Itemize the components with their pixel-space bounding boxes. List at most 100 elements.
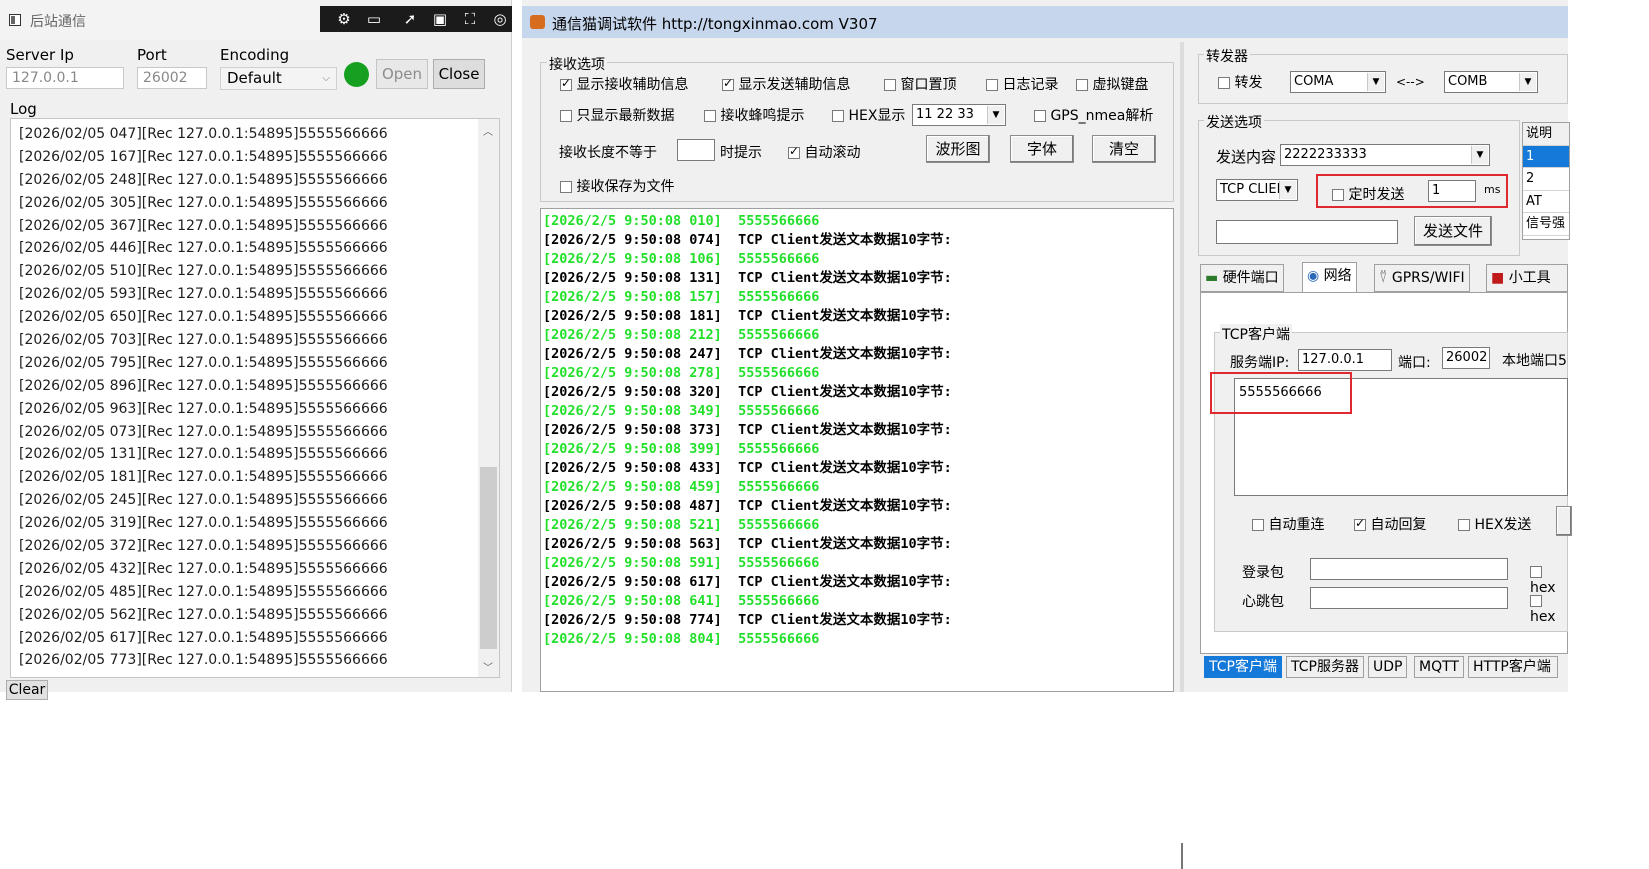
- log-line: [2026/02/05 795][Rec 127.0.0.1:54895]555…: [19, 354, 388, 371]
- list-item[interactable]: 2: [1523, 168, 1569, 191]
- tab-tcp-client[interactable]: TCP客户端: [1204, 656, 1282, 678]
- auto-reconnect-checkbox[interactable]: [1252, 519, 1264, 531]
- only-latest-option[interactable]: 只显示最新数据: [560, 105, 674, 125]
- login-packet-input[interactable]: [1310, 558, 1508, 580]
- tab-http-client[interactable]: HTTP客户端: [1468, 656, 1558, 678]
- auto-scroll-checkbox[interactable]: [788, 144, 800, 159]
- log-record-checkbox[interactable]: [986, 79, 998, 91]
- encoding-select[interactable]: Default ⌵: [220, 67, 337, 90]
- auto-reply-option[interactable]: 自动回复: [1354, 514, 1426, 534]
- heartbeat-input[interactable]: [1310, 587, 1508, 609]
- window-top-option[interactable]: 窗口置顶: [884, 74, 956, 94]
- tab-mqtt[interactable]: MQTT: [1414, 656, 1464, 678]
- scroll-down-icon[interactable]: ﹀: [483, 659, 493, 674]
- recv-length-input[interactable]: [677, 139, 715, 161]
- send-mode-select[interactable]: TCP CLIENT ▼: [1216, 179, 1298, 201]
- log-list[interactable]: [2026/02/05 047][Rec 127.0.0.1:54895]555…: [10, 118, 500, 678]
- tcp-port-input[interactable]: 26002: [1442, 347, 1490, 369]
- virtual-keyboard-checkbox[interactable]: [1076, 79, 1088, 91]
- tab-tcp-server[interactable]: TCP服务器: [1286, 656, 1364, 678]
- show-send-info-checkbox[interactable]: [722, 76, 734, 91]
- open-button[interactable]: Open: [376, 59, 428, 89]
- auto-reply-checkbox[interactable]: [1354, 516, 1366, 531]
- show-recv-info-checkbox[interactable]: [560, 76, 572, 91]
- receive-timestamp: [2026/2/5 9:50:08 010]: [543, 213, 722, 229]
- dropdown-arrow-icon: ▼: [1279, 181, 1296, 199]
- tab-hardware-port[interactable]: ▬ 硬件端口: [1200, 264, 1284, 292]
- hex-show-option[interactable]: HEX显示: [832, 105, 905, 125]
- interval-input[interactable]: 1: [1428, 180, 1476, 202]
- server-ip-input[interactable]: 127.0.0.1: [6, 67, 124, 89]
- virtual-keyboard-option[interactable]: 虚拟键盘: [1076, 74, 1148, 94]
- pointer-icon[interactable]: ➚: [400, 9, 420, 29]
- recv-beep-checkbox[interactable]: [704, 110, 716, 122]
- send-file-path-input[interactable]: [1216, 220, 1398, 244]
- gps-parse-checkbox[interactable]: [1034, 110, 1046, 122]
- tab-network[interactable]: ◉ 网络: [1302, 262, 1357, 294]
- receive-message: TCP Client发送文本数据10字节:: [738, 232, 952, 248]
- heartbeat-hex-checkbox[interactable]: [1530, 595, 1542, 607]
- clear-button[interactable]: Clear: [6, 680, 48, 700]
- tcp-server-ip-input[interactable]: 127.0.0.1: [1298, 349, 1392, 371]
- target-icon[interactable]: ◎: [490, 9, 510, 29]
- forward-option[interactable]: 转发: [1218, 72, 1262, 92]
- receive-area[interactable]: [2026/2/5 9:50:08 010] 5555566666 [2026/2…: [540, 208, 1183, 869]
- chevron-down-icon: ⌵: [322, 73, 330, 84]
- only-latest-checkbox[interactable]: [560, 110, 572, 122]
- video-icon[interactable]: ▭: [364, 9, 384, 29]
- tab-gprs-wifi[interactable]: ⍢ GPRS/WIFI: [1374, 264, 1470, 292]
- list-item[interactable]: 1: [1523, 145, 1569, 168]
- log-line: [2026/02/05 773][Rec 127.0.0.1:54895]555…: [19, 652, 388, 669]
- gps-parse-option[interactable]: GPS_nmea解析: [1034, 105, 1153, 125]
- receive-line: [2026/2/5 9:50:08 157] 5555566666: [543, 288, 1163, 307]
- list-item[interactable]: AT: [1523, 191, 1569, 213]
- waveform-button[interactable]: 波形图: [926, 135, 990, 163]
- heartbeat-hex-option[interactable]: hex: [1530, 593, 1568, 625]
- timed-send-checkbox[interactable]: [1332, 189, 1344, 201]
- receive-timestamp: [2026/2/5 9:50:08 157]: [543, 289, 722, 305]
- scrollbar-thumb[interactable]: [480, 467, 497, 649]
- port-input[interactable]: 26002: [137, 67, 207, 89]
- login-hex-checkbox[interactable]: [1530, 566, 1542, 578]
- tab-tools[interactable]: ■ 小工具: [1486, 264, 1568, 292]
- send-file-button[interactable]: 发送文件: [1414, 216, 1492, 246]
- pane-splitter[interactable]: [1180, 42, 1184, 692]
- floating-toolbar: ⚙ ▭ ➚ ▣ ⛶ ◎: [320, 6, 512, 32]
- com-b-select[interactable]: COMB ▼: [1444, 71, 1538, 93]
- right-title-bar: 通信猫调试软件 http://tongxinmao.com V307: [522, 6, 1568, 38]
- receive-scroll-indicator: [1181, 843, 1183, 869]
- crop-icon[interactable]: ⛶: [460, 9, 480, 29]
- save-file-option[interactable]: 接收保存为文件: [560, 176, 674, 196]
- hex-show-checkbox[interactable]: [832, 110, 844, 122]
- log-record-option[interactable]: 日志记录: [986, 74, 1058, 94]
- list-item[interactable]: 信号强: [1523, 213, 1569, 236]
- settings-icon[interactable]: ⚙: [334, 9, 354, 29]
- select-region-icon[interactable]: ▣: [430, 9, 450, 29]
- forward-checkbox[interactable]: [1218, 77, 1230, 89]
- login-hex-option[interactable]: hex: [1530, 564, 1568, 596]
- window-top-checkbox[interactable]: [884, 79, 896, 91]
- save-file-checkbox[interactable]: [560, 181, 572, 193]
- timed-send-option[interactable]: 定时发送: [1332, 184, 1404, 204]
- show-send-info-option[interactable]: 显示发送辅助信息: [722, 74, 850, 94]
- send-content-select[interactable]: 2222233333 ▼: [1280, 144, 1490, 166]
- description-list[interactable]: 说明 1 2 AT 信号强: [1522, 122, 1570, 240]
- hex-send-checkbox[interactable]: [1458, 519, 1470, 531]
- font-button[interactable]: 字体: [1010, 135, 1074, 163]
- scroll-up-icon[interactable]: ︿: [483, 123, 493, 138]
- clear-recv-button[interactable]: 清空: [1092, 135, 1156, 163]
- tcp-action-button[interactable]: [1556, 506, 1572, 536]
- hex-value-select[interactable]: 11 22 33 ▼: [912, 104, 1006, 126]
- auto-reconnect-option[interactable]: 自动重连: [1252, 514, 1324, 534]
- com-a-select[interactable]: COMA ▼: [1290, 71, 1386, 93]
- receive-message: 5555566666: [738, 593, 820, 609]
- recv-beep-option[interactable]: 接收蜂鸣提示: [704, 105, 804, 125]
- log-line: [2026/02/05 562][Rec 127.0.0.1:54895]555…: [19, 606, 388, 623]
- show-recv-info-option[interactable]: 显示接收辅助信息: [560, 74, 688, 94]
- auto-scroll-option[interactable]: 自动滚动: [788, 142, 860, 162]
- close-button[interactable]: Close: [433, 59, 485, 89]
- receive-message: 5555566666: [738, 327, 820, 343]
- tab-udp[interactable]: UDP: [1368, 656, 1408, 678]
- hex-send-option[interactable]: HEX发送: [1458, 514, 1531, 534]
- log-scrollbar[interactable]: ︿ ﹀: [478, 119, 499, 677]
